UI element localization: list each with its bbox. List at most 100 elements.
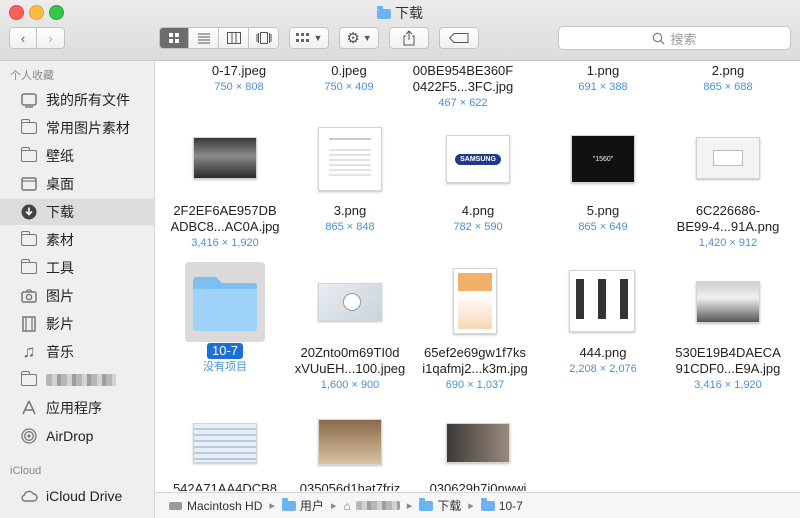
image-thumbnail[interactable] [318, 419, 382, 465]
film-icon [20, 316, 38, 332]
folder-icon[interactable] [191, 272, 259, 332]
sidebar-item-icloud-drive[interactable]: iCloud Drive [0, 483, 154, 509]
arrange-grid-icon [295, 33, 309, 42]
icon-view-button[interactable] [160, 28, 189, 48]
window-title: 下载 [0, 3, 800, 23]
image-thumbnail[interactable] [696, 281, 760, 323]
chevron-right-icon: › [48, 30, 53, 46]
folder-icon [480, 497, 495, 511]
grid-icon [168, 33, 179, 43]
sidebar-header-icloud: iCloud [10, 465, 42, 477]
file-item[interactable]: 542A71AA4DCB8 [155, 481, 295, 491]
image-thumbnail[interactable]: "1560" [571, 135, 635, 183]
image-thumbnail[interactable] [453, 268, 497, 334]
file-item[interactable]: 035056d1hat7friz [280, 481, 420, 491]
search-field[interactable]: 搜索 [558, 26, 791, 50]
sidebar-item-downloads[interactable]: 下载 [0, 199, 154, 225]
folder-icon [20, 147, 38, 164]
file-item[interactable]: 030629h7i0nwwi [408, 481, 548, 491]
chevron-down-icon: ▼ [362, 33, 372, 43]
search-icon [653, 32, 665, 44]
path-item-macintosh-hd[interactable]: Macintosh HD [169, 499, 262, 513]
chevron-left-icon: ‹ [20, 30, 26, 46]
image-thumbnail[interactable] [318, 127, 382, 191]
apps-icon [20, 400, 38, 416]
sidebar-item-movies[interactable]: 影片 [0, 311, 154, 337]
music-icon: ♫ [22, 342, 36, 361]
sidebar-item-music[interactable]: ♫ 音乐 [0, 339, 154, 365]
folder-icon [20, 119, 38, 136]
path-item-10-7[interactable]: 10-7 [480, 497, 523, 513]
path-item-users[interactable]: 用户 [281, 497, 324, 514]
view-mode-control [159, 27, 279, 49]
file-item[interactable]: 6C226686- BE99-4...91A.png 1,420 × 912 [658, 203, 798, 251]
arrange-button[interactable]: ▼ [289, 27, 329, 49]
sidebar-item-desktop[interactable]: 桌面 [0, 171, 154, 197]
coverflow-icon [256, 32, 272, 44]
file-item[interactable]: 4.png 782 × 590 [408, 203, 548, 235]
download-icon [20, 204, 38, 220]
sidebar-item-blurred[interactable] [0, 367, 154, 393]
chevron-down-icon: ▼ [313, 33, 323, 43]
folder-icon [281, 497, 296, 511]
folder-icon [20, 371, 38, 388]
finder-window: 下载 ‹ › ▼ ⚙ ▼ 搜索 个人收藏 我的所有文件 常用图片素材 壁纸 桌面… [0, 0, 800, 518]
image-thumbnail[interactable] [569, 270, 635, 332]
camera-icon [20, 288, 38, 304]
airdrop-icon [20, 428, 38, 444]
chevron-right-icon: ▸ [406, 500, 413, 512]
sidebar-item-pictures[interactable]: 图片 [0, 283, 154, 309]
chevron-right-icon: ▸ [330, 500, 337, 512]
share-icon [403, 30, 415, 46]
path-item-home[interactable]: ⌂ [343, 498, 400, 513]
back-button[interactable]: ‹ [10, 28, 37, 48]
file-item[interactable]: 530E19B4DAECA 91CDF0...E9A.jpg 3,416 × 1… [658, 345, 798, 393]
image-thumbnail[interactable] [318, 283, 382, 321]
gallery-view-button[interactable] [249, 28, 278, 48]
sidebar-item-airdrop[interactable]: AirDrop [0, 423, 154, 449]
file-item[interactable]: 65ef2e69gw1f7ks i1qafmj2...k3m.jpg 690 ×… [405, 345, 545, 393]
hard-drive-icon [169, 501, 182, 510]
file-item[interactable]: 20Znto0m69TI0d xVUuEH...100.jpeg 1,600 ×… [280, 345, 420, 393]
share-button[interactable] [389, 27, 429, 49]
list-icon [197, 33, 210, 44]
folder-icon [20, 259, 38, 276]
sidebar-item-wallpaper[interactable]: 壁纸 [0, 143, 154, 169]
path-item-downloads[interactable]: 下载 [419, 497, 461, 514]
image-thumbnail[interactable]: SAMSUNG [446, 135, 510, 183]
image-thumbnail[interactable] [193, 423, 257, 463]
sidebar-header-favorites: 个人收藏 [10, 70, 54, 82]
sidebar-item-applications[interactable]: 应用程序 [0, 395, 154, 421]
chevron-right-icon: ▸ [269, 500, 275, 512]
selected-folder-name[interactable]: 10-7 [206, 343, 244, 359]
action-button[interactable]: ⚙ ▼ [339, 27, 379, 49]
home-icon: ⌂ [343, 498, 351, 513]
file-item[interactable]: 2F2EF6AE957DB ADBC8...AC0A.jpg 3,416 × 1… [155, 203, 295, 251]
gear-icon: ⚙ [346, 30, 360, 47]
file-item[interactable]: 444.png 2,208 × 2,076 [533, 345, 673, 377]
tags-button[interactable] [439, 27, 479, 49]
file-item[interactable]: 1.png 691 × 388 [533, 63, 673, 95]
tag-icon [449, 33, 469, 43]
column-view-button[interactable] [219, 28, 249, 48]
sidebar-item-common-images[interactable]: 常用图片素材 [0, 115, 154, 141]
cloud-icon [20, 488, 38, 504]
path-bar: Macintosh HD ▸ 用户 ▸ ⌂ ▸ 下载 ▸ 10-7 [155, 492, 800, 518]
image-thumbnail[interactable] [446, 423, 510, 463]
all-files-icon [20, 92, 38, 108]
chevron-right-icon: ▸ [468, 500, 474, 512]
forward-button[interactable]: › [37, 28, 64, 48]
sidebar-item-tools[interactable]: 工具 [0, 255, 154, 281]
file-item[interactable]: 3.png 865 × 848 [280, 203, 420, 235]
file-item[interactable]: 2.png 865 × 688 [658, 63, 798, 95]
folder-item[interactable]: 10-7 没有项目 [155, 343, 295, 375]
folder-icon [419, 497, 434, 511]
image-thumbnail[interactable] [193, 137, 257, 179]
file-item[interactable]: 5.png 865 × 649 [533, 203, 673, 235]
image-thumbnail[interactable] [696, 137, 760, 179]
sidebar-item-materials[interactable]: 素材 [0, 227, 154, 253]
list-view-button[interactable] [189, 28, 219, 48]
file-item[interactable]: 00BE954BE360F 0422F5...3FC.jpg 467 × 622 [393, 63, 533, 111]
desktop-icon [20, 176, 38, 192]
sidebar-item-all-files[interactable]: 我的所有文件 [0, 87, 154, 113]
